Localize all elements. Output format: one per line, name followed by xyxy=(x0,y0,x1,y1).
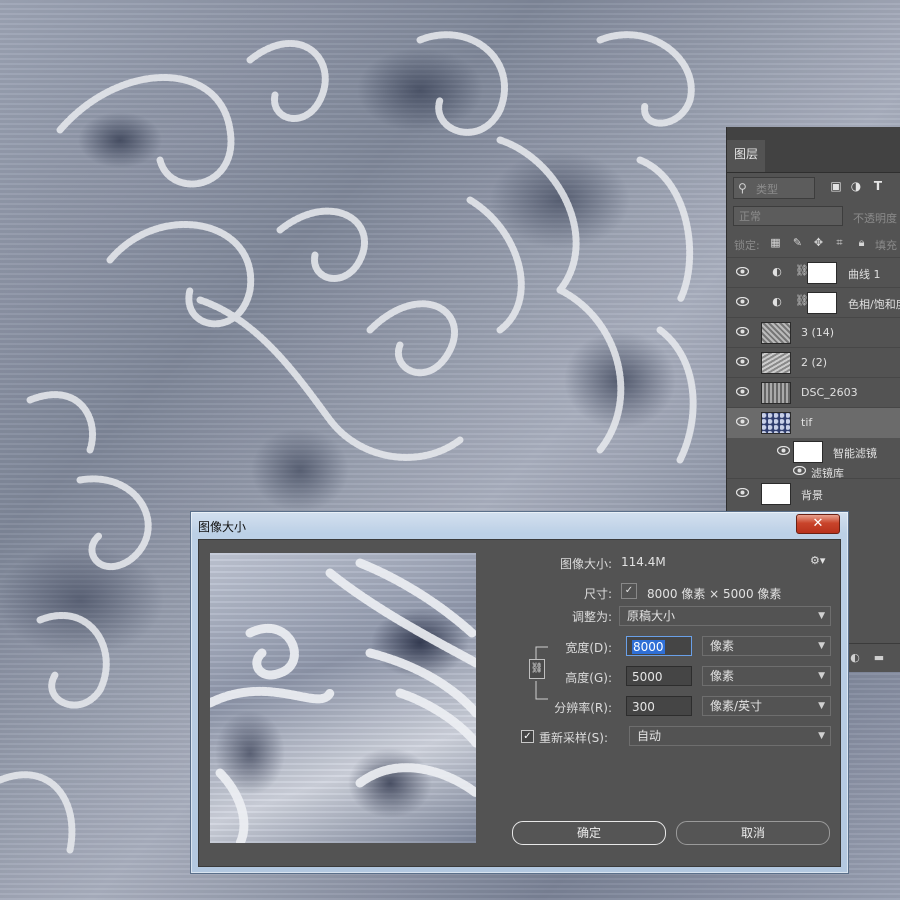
image-size-dialog: 图像大小 ✕ 图像大小: 114.4M ⚙▾ 尺寸: ✓ 8000 像素 × 5… xyxy=(190,511,849,874)
width-label: 宽度(D): xyxy=(565,641,612,655)
chevron-down-icon[interactable]: ✓ xyxy=(621,583,637,599)
layer-mask-thumbnail[interactable] xyxy=(807,262,837,284)
height-input[interactable]: 5000 xyxy=(626,666,692,686)
ok-button[interactable]: 确定 xyxy=(512,821,666,845)
width-input[interactable]: 8000 xyxy=(626,636,692,656)
visibility-eye-icon[interactable] xyxy=(736,488,749,497)
cancel-button[interactable]: 取消 xyxy=(676,821,830,845)
chevron-down-icon: ▼ xyxy=(818,671,825,681)
resample-label: 重新采样(S): xyxy=(539,731,609,745)
layer-filter-select[interactable]: ⚲ 类型 xyxy=(733,177,815,199)
fit-to-select[interactable]: 原稿大小 ▼ xyxy=(619,606,831,626)
layer-row-tif[interactable]: tif xyxy=(727,407,900,438)
visibility-eye-icon[interactable] xyxy=(736,327,749,336)
chevron-down-icon: ▼ xyxy=(818,731,825,741)
layer-name: 色相/饱和度 xyxy=(848,298,900,311)
layer-row-curves[interactable]: ◐ ⛓︎ 曲线 1 xyxy=(727,257,900,288)
chevron-down-icon: ▼ xyxy=(818,641,825,651)
chevron-down-icon: ▼ xyxy=(818,611,825,621)
height-unit-select[interactable]: 像素 ▼ xyxy=(702,666,831,686)
lock-row: 锁定: ▦ ✎ ✥ ⌗ 🔒︎ 填充 xyxy=(727,229,900,257)
fill-label: 填充 xyxy=(875,239,897,252)
width-value: 8000 xyxy=(632,640,665,654)
lock-all-icon[interactable]: 🔒︎ xyxy=(855,236,868,249)
smart-object-thumbnail[interactable] xyxy=(761,412,791,434)
layer-row-background[interactable]: 背景 xyxy=(727,478,900,509)
adjustment-icon: ◐ xyxy=(772,295,782,308)
layer-thumbnail[interactable] xyxy=(761,382,791,404)
constrain-proportions-link-icon[interactable]: ⛓︎ xyxy=(529,659,545,679)
height-value: 5000 xyxy=(632,670,663,684)
width-unit-select[interactable]: 像素 ▼ xyxy=(702,636,831,656)
resolution-value: 300 xyxy=(632,700,655,714)
opacity-label: 不透明度 xyxy=(853,212,897,225)
height-label: 高度(G): xyxy=(565,671,612,685)
fit-to-value: 原稿大小 xyxy=(627,609,676,623)
close-button[interactable]: ✕ xyxy=(796,514,840,534)
blend-mode-select[interactable]: 正常 xyxy=(733,206,843,226)
adjustment-filter-icon[interactable]: ◑ xyxy=(849,179,863,193)
image-size-label: 图像大小: xyxy=(559,557,612,571)
adjustment-layer-icon[interactable]: ◐ xyxy=(849,652,861,664)
layer-thumbnail[interactable] xyxy=(761,322,791,344)
layers-panel-tabbar: 图层 xyxy=(727,127,900,173)
resample-select[interactable]: 自动 ▼ xyxy=(629,726,831,746)
lock-label: 锁定: xyxy=(734,239,760,252)
resolution-input[interactable]: 300 xyxy=(626,696,692,716)
blend-row: 正常 不透明度 xyxy=(727,202,900,230)
visibility-eye-icon[interactable] xyxy=(736,387,749,396)
dimensions-label: 尺寸: xyxy=(583,587,612,601)
dimensions-value: 8000 像素 × 5000 像素 xyxy=(647,587,782,601)
resolution-label: 分辨率(R): xyxy=(554,701,612,715)
search-icon: ⚲ xyxy=(738,181,747,195)
layer-filter-row: ⚲ 类型 ▣ ◑ T xyxy=(727,173,900,201)
visibility-eye-icon[interactable] xyxy=(793,466,806,475)
layer-name: 3 (14) xyxy=(801,326,835,339)
resample-value: 自动 xyxy=(637,729,662,743)
dialog-body: 图像大小: 114.4M ⚙▾ 尺寸: ✓ 8000 像素 × 5000 像素 … xyxy=(198,539,841,867)
lock-brush-icon[interactable]: ✎ xyxy=(791,236,804,249)
fit-to-label: 调整为: xyxy=(571,610,612,624)
layer-row-hue-saturation[interactable]: ◐ ⛓︎ 色相/饱和度 xyxy=(727,287,900,318)
image-preview[interactable] xyxy=(210,553,476,843)
layer-row-3-14[interactable]: 3 (14) xyxy=(727,317,900,348)
height-unit-value: 像素 xyxy=(710,669,735,683)
layer-name: DSC_2603 xyxy=(801,386,858,399)
layer-thumbnail[interactable] xyxy=(761,352,791,374)
new-group-folder-icon[interactable]: ▬ xyxy=(873,652,885,664)
layer-name: 2 (2) xyxy=(801,356,828,369)
layer-mask-thumbnail[interactable] xyxy=(807,292,837,314)
layer-name: tif xyxy=(801,416,813,429)
gear-icon[interactable]: ⚙▾ xyxy=(810,554,825,567)
layer-row-dsc-2603[interactable]: DSC_2603 xyxy=(727,377,900,408)
image-size-value: 114.4M xyxy=(621,555,666,569)
layer-thumbnail[interactable] xyxy=(761,483,791,505)
lock-position-icon[interactable]: ✥ xyxy=(812,236,825,249)
tab-layers[interactable]: 图层 xyxy=(727,140,765,172)
resample-checkbox[interactable]: ✓ xyxy=(521,730,534,743)
layer-row-2-2[interactable]: 2 (2) xyxy=(727,347,900,378)
dialog-title: 图像大小 xyxy=(198,520,247,534)
width-unit-value: 像素 xyxy=(710,639,735,653)
visibility-eye-icon[interactable] xyxy=(736,417,749,426)
type-filter-icon[interactable]: T xyxy=(871,179,885,193)
adjustment-icon: ◐ xyxy=(772,265,782,278)
visibility-eye-icon[interactable] xyxy=(736,267,749,276)
layer-filter-label: 类型 xyxy=(756,183,778,196)
visibility-eye-icon[interactable] xyxy=(777,446,790,455)
visibility-eye-icon[interactable] xyxy=(736,297,749,306)
layer-name: 曲线 1 xyxy=(848,268,881,281)
chevron-down-icon: ▼ xyxy=(818,701,825,711)
layer-name: 智能滤镜 xyxy=(833,447,877,460)
lock-artboard-icon[interactable]: ⌗ xyxy=(833,236,846,249)
resolution-unit-value: 像素/英寸 xyxy=(710,699,763,713)
lock-transparency-icon[interactable]: ▦ xyxy=(769,236,782,249)
visibility-eye-icon[interactable] xyxy=(736,357,749,366)
layer-name: 背景 xyxy=(801,489,823,502)
resolution-unit-select[interactable]: 像素/英寸 ▼ xyxy=(702,696,831,716)
image-filter-icon[interactable]: ▣ xyxy=(829,179,843,193)
